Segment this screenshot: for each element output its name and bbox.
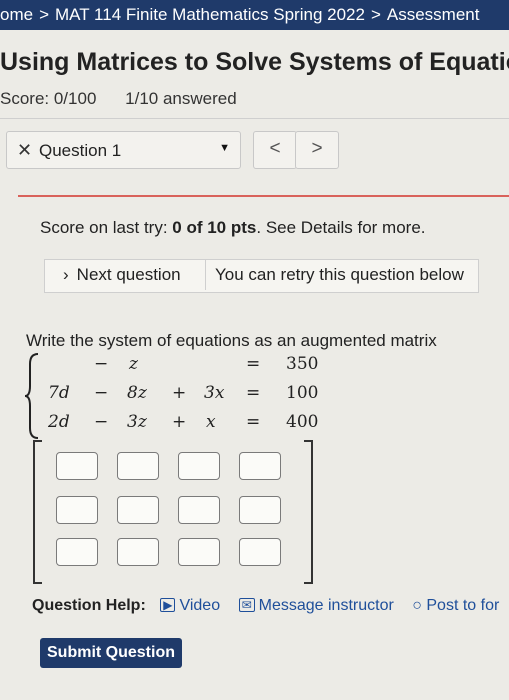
score-last-try: Score on last try: 0 of 10 pts. See Deta…	[40, 218, 426, 238]
matrix-cell-r2c3[interactable]	[178, 496, 220, 524]
message-instructor-link[interactable]: ✉ Message instructor	[238, 597, 394, 614]
matrix-cell-r1c3[interactable]	[178, 452, 220, 480]
eq-term: x	[206, 412, 216, 432]
eq-operator: −	[94, 354, 109, 374]
retry-message: You can retry this question below	[215, 265, 464, 284]
video-link[interactable]: ▶ Video	[160, 597, 220, 614]
page-title: Using Matrices to Solve Systems of Equat…	[0, 48, 509, 76]
question-help: Question Help: ▶ Video ✉ Message instructo…	[32, 597, 509, 615]
post-to-forum-label: Post to for	[426, 597, 500, 614]
eq-term: 3z	[127, 412, 147, 432]
next-question-box: › Next question You can retry this questi…	[44, 259, 479, 293]
eq-rhs: 100	[286, 383, 319, 403]
breadcrumb-item-assessment[interactable]: Assessment	[387, 0, 480, 30]
equation-system: − z = 350 7d − 8z + 3x = 100 2d − 3z + x…	[24, 352, 324, 442]
question-help-label: Question Help:	[32, 597, 146, 614]
matrix-cell-r2c2[interactable]	[117, 496, 159, 524]
answered-count: 1/10 answered	[125, 89, 237, 108]
next-question-arrow-button[interactable]: >	[295, 131, 339, 169]
envelope-icon: ✉	[238, 598, 255, 612]
speech-bubble-icon: ○	[412, 597, 422, 614]
eq-equals: =	[246, 383, 261, 403]
close-icon: ✕	[17, 140, 33, 160]
eq-rhs: 400	[286, 412, 319, 432]
play-icon: ▶	[160, 598, 176, 612]
matrix-cell-r2c1[interactable]	[56, 496, 98, 524]
previous-question-button[interactable]: <	[253, 131, 297, 169]
breadcrumb-separator: >	[370, 5, 381, 24]
chevron-right-icon: ›	[63, 265, 69, 284]
breadcrumb-item-home[interactable]: ome	[0, 0, 33, 30]
matrix-left-bracket	[33, 440, 42, 584]
submit-question-button[interactable]: Submit Question	[40, 638, 182, 668]
matrix-cell-r3c3[interactable]	[178, 538, 220, 566]
eq-term: z	[129, 354, 138, 374]
eq-term: 7d	[48, 383, 70, 403]
score-summary: Score: 0/100 1/10 answered	[0, 89, 237, 109]
augmented-matrix-input	[33, 440, 313, 584]
score-last-try-value: 0 of 10 pts	[172, 218, 257, 237]
left-brace-icon	[24, 353, 39, 439]
problem-instruction: Write the system of equations as an augm…	[26, 331, 437, 350]
caret-down-icon: ▼	[219, 142, 230, 154]
eq-equals: =	[246, 412, 261, 432]
breadcrumb-separator: >	[39, 5, 50, 24]
score-label: Score: 0/100	[0, 89, 97, 108]
eq-operator: −	[94, 383, 109, 403]
next-question-button[interactable]: › Next question	[45, 260, 206, 290]
eq-operator: +	[172, 383, 187, 403]
score-last-try-prefix: Score on last try:	[40, 218, 173, 237]
question-nav: ✕ Question 1 ▼ < >	[6, 131, 339, 169]
eq-operator: −	[94, 412, 109, 432]
matrix-cell-r2c4[interactable]	[239, 496, 281, 524]
eq-rhs: 350	[286, 354, 319, 374]
divider	[0, 118, 509, 119]
matrix-cell-r3c2[interactable]	[117, 538, 159, 566]
post-to-forum-link[interactable]: ○ Post to for	[412, 597, 499, 614]
video-link-label: Video	[179, 597, 221, 614]
next-question-label: Next question	[76, 265, 181, 284]
breadcrumb-item-course[interactable]: MAT 114 Finite Mathematics Spring 2022	[55, 0, 365, 30]
matrix-right-bracket	[304, 440, 313, 584]
matrix-cell-r1c1[interactable]	[56, 452, 98, 480]
breadcrumb-bar: ome > MAT 114 Finite Mathematics Spring 20…	[0, 0, 509, 30]
eq-operator: +	[172, 412, 187, 432]
eq-term: 8z	[127, 383, 147, 403]
eq-term: 2d	[48, 412, 70, 432]
eq-term: 3x	[204, 383, 225, 403]
question-select[interactable]: ✕ Question 1 ▼	[6, 131, 241, 169]
status-divider	[18, 195, 509, 197]
eq-equals: =	[246, 354, 261, 374]
matrix-cell-r1c4[interactable]	[239, 452, 281, 480]
message-instructor-label: Message instructor	[258, 597, 394, 614]
question-select-value: Question 1	[39, 141, 122, 160]
matrix-cell-r1c2[interactable]	[117, 452, 159, 480]
matrix-cell-r3c4[interactable]	[239, 538, 281, 566]
score-last-try-suffix: . See Details for more.	[256, 218, 426, 237]
matrix-cell-r3c1[interactable]	[56, 538, 98, 566]
